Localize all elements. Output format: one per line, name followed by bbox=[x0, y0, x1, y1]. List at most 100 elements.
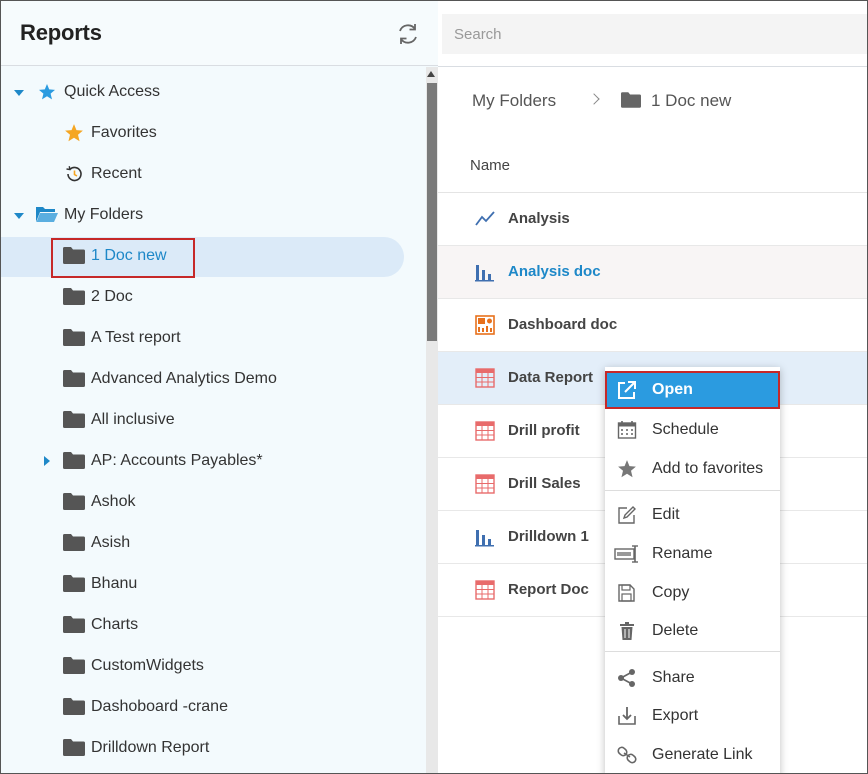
scrollbar-thumb[interactable] bbox=[427, 83, 437, 341]
folder-tree: Quick Access Favorites Recent My Folders… bbox=[1, 67, 426, 773]
folder-label: AP: Accounts Payables* bbox=[91, 452, 263, 469]
tree-folder-item[interactable]: All inclusive bbox=[1, 403, 426, 437]
tree-node-quick-access[interactable]: Quick Access bbox=[1, 75, 426, 109]
folder-icon bbox=[621, 92, 641, 108]
tree-scrollbar[interactable] bbox=[426, 67, 438, 773]
tree-node-favorites[interactable]: Favorites bbox=[1, 116, 426, 150]
table-report-icon bbox=[475, 580, 495, 600]
menu-item-copy[interactable]: Copy bbox=[605, 574, 780, 612]
folder-icon bbox=[63, 370, 85, 387]
menu-item-export[interactable]: Export bbox=[605, 697, 780, 735]
list-item[interactable]: Analysis bbox=[438, 193, 867, 246]
tree-folder-item[interactable]: Bhanu bbox=[1, 567, 426, 601]
folder-icon bbox=[63, 698, 85, 715]
breadcrumb-current: 1 Doc new bbox=[651, 91, 732, 110]
tree-folder-item[interactable]: CustomWidgets bbox=[1, 649, 426, 683]
folder-icon bbox=[63, 657, 85, 674]
menu-label-export: Export bbox=[652, 707, 699, 724]
menu-label-copy: Copy bbox=[652, 584, 690, 601]
item-label: Analysis bbox=[508, 210, 570, 227]
menu-label-delete: Delete bbox=[652, 622, 699, 639]
menu-label-rename: Rename bbox=[652, 545, 713, 562]
list-item[interactable]: Dashboard doc bbox=[438, 299, 867, 352]
folder-label: Charts bbox=[91, 616, 139, 633]
tree-folder-item[interactable]: Dashoboard -crane bbox=[1, 690, 426, 724]
caret-down-icon[interactable] bbox=[14, 90, 24, 96]
copy-icon bbox=[618, 584, 635, 602]
folder-label: 2 Doc bbox=[91, 288, 133, 305]
tree-folder-item[interactable]: Advanced Analytics Demo bbox=[1, 362, 426, 396]
menu-item-open[interactable]: Open bbox=[605, 371, 780, 409]
bar-chart-icon bbox=[475, 530, 494, 547]
tree-folder-item[interactable]: A Test report bbox=[1, 321, 426, 355]
table-report-icon bbox=[475, 474, 495, 494]
folder-label: Drilldown Report bbox=[91, 739, 210, 756]
list-item[interactable]: Analysis doc bbox=[438, 246, 867, 299]
menu-label-share: Share bbox=[652, 669, 695, 686]
menu-label-open: Open bbox=[652, 381, 693, 398]
table-report-icon bbox=[475, 368, 495, 388]
folder-label: Ashok bbox=[91, 493, 136, 510]
star-icon bbox=[39, 84, 55, 100]
tree-folder-item[interactable]: Charts bbox=[1, 608, 426, 642]
menu-item-generate-link[interactable]: Generate Link bbox=[605, 736, 780, 773]
menu-item-rename[interactable]: Rename bbox=[605, 535, 780, 573]
menu-divider bbox=[605, 651, 780, 652]
caret-down-icon[interactable] bbox=[14, 213, 24, 219]
menu-divider bbox=[605, 490, 780, 491]
favorites-star-icon bbox=[65, 124, 83, 142]
folder-icon bbox=[63, 288, 85, 305]
link-icon bbox=[617, 746, 637, 764]
folder-icon bbox=[63, 575, 85, 592]
menu-item-schedule[interactable]: Schedule bbox=[605, 411, 780, 449]
folder-icon bbox=[63, 493, 85, 510]
tree-folder-item[interactable]: 2 Doc bbox=[1, 280, 426, 314]
tree-node-recent[interactable]: Recent bbox=[1, 157, 426, 191]
share-icon bbox=[618, 669, 635, 687]
item-label: Drill profit bbox=[508, 422, 580, 439]
folder-icon bbox=[63, 534, 85, 551]
edit-icon bbox=[618, 506, 636, 524]
refresh-icon[interactable] bbox=[395, 21, 421, 47]
column-header-name[interactable]: Name bbox=[470, 157, 510, 174]
search-input[interactable]: Search bbox=[442, 14, 867, 54]
chevron-right-icon bbox=[588, 93, 600, 105]
menu-label-add-favorites: Add to favorites bbox=[652, 460, 764, 477]
tree-label-my-folders: My Folders bbox=[64, 206, 144, 223]
item-label: Data Report bbox=[508, 369, 594, 386]
search-placeholder: Search bbox=[454, 26, 502, 43]
breadcrumb-root[interactable]: My Folders bbox=[472, 91, 556, 111]
tree-node-my-folders[interactable]: My Folders bbox=[1, 198, 426, 232]
tree-folder-item[interactable]: AP: Accounts Payables* bbox=[1, 444, 426, 478]
item-label: Drilldown 1 bbox=[508, 528, 589, 545]
context-menu: Open Schedule Add to favorites Edit Rena… bbox=[605, 367, 780, 773]
calendar-icon bbox=[617, 421, 637, 439]
history-clock-icon bbox=[66, 166, 82, 182]
folder-icon bbox=[63, 329, 85, 346]
tree-label-favorites: Favorites bbox=[91, 124, 157, 141]
page-title: Reports bbox=[20, 20, 102, 45]
menu-item-share[interactable]: Share bbox=[605, 659, 780, 697]
tree-folder-item[interactable]: Drilldown Report bbox=[1, 731, 426, 765]
tree-folder-item[interactable]: Ashok bbox=[1, 485, 426, 519]
folder-icon bbox=[63, 616, 85, 633]
menu-label-generate-link: Generate Link bbox=[652, 746, 753, 763]
table-report-icon bbox=[475, 421, 495, 441]
folder-icon bbox=[63, 411, 85, 428]
star-icon bbox=[618, 460, 636, 478]
bar-chart-icon bbox=[475, 265, 494, 282]
tree-label-recent: Recent bbox=[91, 165, 142, 182]
menu-item-delete[interactable]: Delete bbox=[605, 612, 780, 650]
left-header: Reports bbox=[1, 1, 438, 66]
folder-label: Dashoboard -crane bbox=[91, 698, 228, 715]
folder-label: A Test report bbox=[91, 329, 181, 346]
scroll-up-arrow-icon[interactable] bbox=[427, 71, 435, 77]
caret-right-icon[interactable] bbox=[44, 456, 50, 466]
item-label: Analysis doc bbox=[508, 263, 601, 280]
menu-item-add-favorites[interactable]: Add to favorites bbox=[605, 450, 780, 488]
menu-item-edit[interactable]: Edit bbox=[605, 496, 780, 534]
download-icon bbox=[618, 707, 636, 725]
tree-folder-item[interactable]: Asish bbox=[1, 526, 426, 560]
menu-label-edit: Edit bbox=[652, 506, 680, 523]
dashboard-icon bbox=[475, 315, 495, 335]
